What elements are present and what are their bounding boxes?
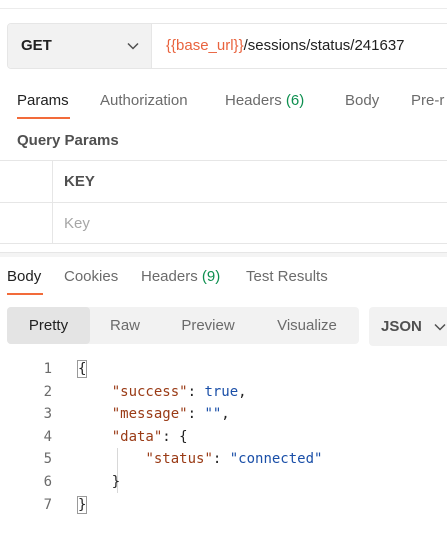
open-brace: {: [76, 360, 88, 378]
response-headers-count: (9): [201, 268, 221, 285]
line-number: 2: [43, 383, 52, 400]
line-number: 3: [43, 406, 52, 423]
response-body-viewer[interactable]: 1 { 2 "success": true, 3 "message": "", …: [0, 358, 447, 516]
headers-count: (6): [285, 92, 305, 109]
view-mode-pretty[interactable]: Pretty: [7, 307, 90, 344]
view-mode-preview[interactable]: Preview: [172, 307, 244, 344]
close-brace: }: [76, 495, 88, 514]
json-value: "connected": [229, 451, 323, 468]
query-params-table: KEY Key: [0, 160, 447, 244]
code-line: 7 }: [0, 494, 447, 517]
active-response-tab-indicator: [7, 293, 43, 295]
json-value: true: [204, 383, 239, 400]
tab-body[interactable]: Body: [345, 92, 379, 109]
code-line: 2 "success": true,: [0, 381, 447, 404]
code-line: 1 {: [0, 358, 447, 381]
top-divider: [0, 8, 447, 9]
tab-test-results[interactable]: Test Results: [246, 268, 328, 285]
line-number: 1: [43, 361, 52, 377]
json-key: "message": [111, 406, 188, 423]
pane-divider[interactable]: [0, 252, 447, 257]
key-input[interactable]: Key: [64, 215, 90, 232]
json-brace: {: [179, 428, 188, 445]
tab-headers[interactable]: Headers (6): [225, 92, 304, 109]
table-row: Key: [0, 202, 447, 244]
url-path: /sessions/status/241637: [243, 37, 405, 54]
row-checkbox-cell: [0, 161, 53, 202]
code-line: 5 "status": "connected": [0, 448, 447, 471]
format-selector[interactable]: JSON: [369, 307, 447, 346]
json-value: "": [204, 406, 222, 423]
view-mode-raw[interactable]: Raw: [102, 307, 148, 344]
tab-cookies[interactable]: Cookies: [64, 268, 118, 285]
tab-params[interactable]: Params: [17, 92, 69, 109]
row-checkbox-cell[interactable]: [0, 203, 53, 243]
view-mode-visualize[interactable]: Visualize: [269, 307, 345, 344]
line-number: 6: [43, 473, 52, 490]
table-header-row: KEY: [0, 160, 447, 202]
code-line: 3 "message": "",: [0, 403, 447, 426]
line-number: 7: [43, 496, 52, 513]
tab-response-headers[interactable]: Headers (9): [141, 268, 220, 285]
url-input[interactable]: {{base_url}}/sessions/status/241637: [166, 37, 405, 54]
method-selector[interactable]: GET: [8, 24, 152, 68]
active-tab-indicator: [17, 117, 70, 119]
chevron-down-icon: [127, 42, 139, 50]
format-label: JSON: [381, 318, 422, 335]
json-key: "status": [145, 451, 213, 468]
code-line: 6 }: [0, 471, 447, 494]
line-number: 4: [43, 428, 52, 445]
json-brace: }: [111, 473, 121, 490]
tab-response-body[interactable]: Body: [7, 268, 41, 285]
tab-pre-request[interactable]: Pre-r: [411, 92, 444, 109]
request-tabs: Params Authorization Headers (6) Body Pr…: [0, 86, 447, 122]
line-number: 5: [43, 451, 52, 468]
chevron-down-icon: [434, 323, 446, 331]
tab-authorization[interactable]: Authorization: [100, 92, 188, 109]
query-params-title: Query Params: [17, 132, 119, 149]
view-mode-toggle: Pretty Raw Preview Visualize: [7, 307, 359, 344]
json-key: "data": [111, 428, 163, 445]
url-variable: {{base_url}}: [166, 37, 244, 54]
key-column-header: KEY: [64, 173, 95, 190]
json-key: "success": [111, 383, 188, 400]
response-tabs: Body Cookies Headers (9) Test Results: [0, 262, 447, 298]
code-line: 4 "data": {: [0, 426, 447, 449]
method-label: GET: [21, 37, 52, 54]
request-bar: GET {{base_url}}/sessions/status/241637: [7, 23, 447, 69]
